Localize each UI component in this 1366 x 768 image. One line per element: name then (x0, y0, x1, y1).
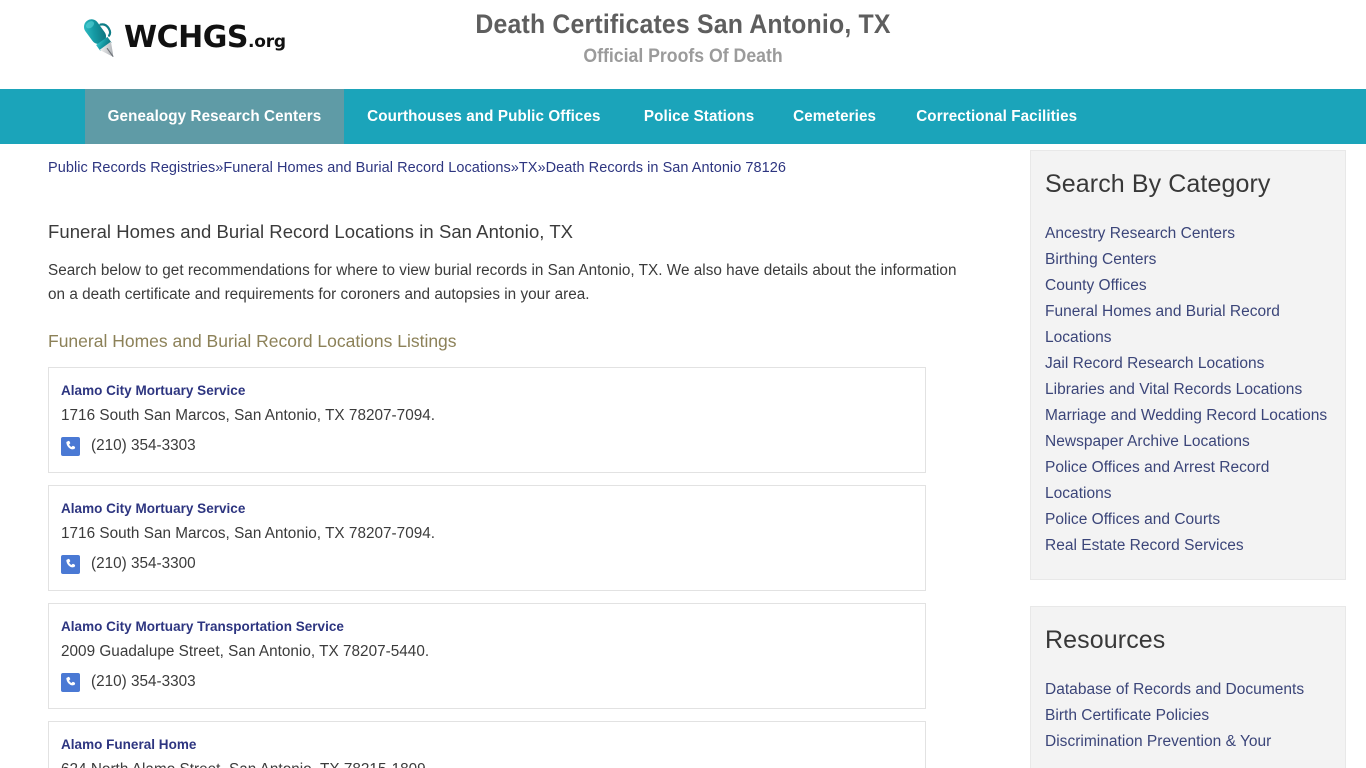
listing-title-link[interactable]: Alamo Funeral Home (61, 736, 913, 754)
nav-item-genealogy-research-centers[interactable]: Genealogy Research Centers (85, 89, 344, 144)
sidebar-item-birthing-centers[interactable]: Birthing Centers (1045, 247, 1331, 273)
nav-item-label: Police Stations (643, 107, 754, 125)
phone-icon (61, 436, 80, 456)
logo-text: WCHGS (124, 20, 248, 55)
listing-address: 2009 Guadalupe Street, San Antonio, TX 7… (61, 643, 430, 660)
listing-phone-number[interactable]: (210) 354-3303 (91, 436, 196, 456)
listing-address: 1716 South San Marcos, San Antonio, TX 7… (61, 407, 436, 424)
nav-item-label: Correctional Facilities (916, 107, 1078, 125)
sidebar-item-county-offices[interactable]: County Offices (1045, 273, 1331, 299)
sidebar-item-database-of-records-and-documents[interactable]: Database of Records and Documents (1045, 677, 1331, 703)
nav-item-courthouses-and-public-offices[interactable]: Courthouses and Public Offices (344, 89, 624, 144)
nav-item-correctional-facilities[interactable]: Correctional Facilities (895, 89, 1098, 144)
nav-item-cemeteries[interactable]: Cemeteries (774, 89, 895, 144)
sidebar: Search By Category Ancestry Research Cen… (1010, 144, 1366, 768)
sidebar-item-discrimination-prevention[interactable]: Discrimination Prevention & Your (1045, 729, 1331, 755)
search-by-category-card: Search By Category Ancestry Research Cen… (1030, 150, 1346, 580)
sidebar-item-birth-certificate-policies[interactable]: Birth Certificate Policies (1045, 703, 1331, 729)
listing-title-link[interactable]: Alamo City Mortuary Service (61, 382, 913, 400)
listing-address: 1716 South San Marcos, San Antonio, TX 7… (61, 525, 436, 542)
nav-item-label: Courthouses and Public Offices (367, 107, 601, 125)
intro-paragraph: Search below to get recommendations for … (48, 262, 957, 303)
phone-icon (61, 554, 80, 574)
listings-section-heading: Funeral Homes and Burial Record Location… (48, 331, 457, 351)
resources-link-list: Database of Records and Documents Birth … (1045, 677, 1331, 755)
content-heading: Funeral Homes and Burial Record Location… (48, 221, 574, 242)
page-body: Public Records Registries»Funeral Homes … (0, 144, 1366, 768)
breadcrumb-separator: » (537, 160, 546, 176)
site-header: WCHGS.org Death Certificates San Antonio… (0, 0, 1366, 89)
logo-suffix: .org (247, 32, 286, 52)
listing-card: Alamo Funeral Home 624 North Alamo Stree… (48, 721, 926, 768)
phone-icon (61, 672, 80, 692)
listing-phone-number[interactable]: (210) 354-3300 (91, 554, 196, 574)
listing-address: 624 North Alamo Street, San Antonio, TX … (61, 759, 913, 768)
listings-container: Alamo City Mortuary Service 1716 South S… (48, 367, 1010, 768)
listing-card: Alamo City Mortuary Transportation Servi… (48, 603, 926, 709)
sidebar-category-title: Search By Category (1045, 170, 1271, 198)
logo-wordmark: WCHGS.org (124, 23, 286, 53)
sidebar-item-ancestry-research-centers[interactable]: Ancestry Research Centers (1045, 221, 1331, 247)
listing-card: Alamo City Mortuary Service 1716 South S… (48, 485, 926, 591)
breadcrumb-item-3[interactable]: Death Records in San Antonio 78126 (546, 160, 786, 176)
listing-title-link[interactable]: Alamo City Mortuary Service (61, 500, 913, 518)
nav-item-label: Genealogy Research Centers (107, 107, 322, 125)
listing-phone-row: (210) 354-3303 (61, 672, 913, 692)
category-link-list: Ancestry Research Centers Birthing Cente… (1045, 221, 1331, 559)
breadcrumb-separator: » (510, 160, 519, 176)
breadcrumb-item-1[interactable]: Funeral Homes and Burial Record Location… (223, 160, 510, 176)
nav-item-police-stations[interactable]: Police Stations (624, 89, 774, 144)
sidebar-item-jail-record-research-locations[interactable]: Jail Record Research Locations (1045, 351, 1331, 377)
main-navigation: Genealogy Research Centers Courthouses a… (0, 89, 1366, 144)
nav-item-label: Cemeteries (793, 107, 876, 125)
breadcrumb-item-0[interactable]: Public Records Registries (48, 160, 215, 176)
breadcrumb: Public Records Registries»Funeral Homes … (48, 144, 1010, 178)
sidebar-item-funeral-homes-and-burial-record-locations[interactable]: Funeral Homes and Burial Record Location… (1045, 299, 1331, 351)
listing-card: Alamo City Mortuary Service 1716 South S… (48, 367, 926, 473)
main-content: Public Records Registries»Funeral Homes … (0, 144, 1010, 768)
breadcrumb-item-2[interactable]: TX (519, 160, 538, 176)
sidebar-item-real-estate-record-services[interactable]: Real Estate Record Services (1045, 533, 1331, 559)
sidebar-item-police-offices-and-arrest-record-locations[interactable]: Police Offices and Arrest Record Locatio… (1045, 455, 1331, 507)
sidebar-item-marriage-and-wedding-record-locations[interactable]: Marriage and Wedding Record Locations (1045, 403, 1331, 429)
listing-phone-row: (210) 354-3303 (61, 436, 913, 456)
sidebar-item-newspaper-archive-locations[interactable]: Newspaper Archive Locations (1045, 429, 1331, 455)
listing-title-link[interactable]: Alamo City Mortuary Transportation Servi… (61, 618, 913, 636)
resources-card: Resources Database of Records and Docume… (1030, 606, 1346, 768)
sidebar-resources-title: Resources (1045, 626, 1166, 654)
fountain-pen-icon (83, 19, 114, 58)
site-logo[interactable]: WCHGS.org (72, 10, 286, 66)
listing-phone-row: (210) 354-3300 (61, 554, 913, 574)
sidebar-item-libraries-and-vital-records-locations[interactable]: Libraries and Vital Records Locations (1045, 377, 1331, 403)
listing-phone-number[interactable]: (210) 354-3303 (91, 672, 196, 692)
sidebar-item-police-offices-and-courts[interactable]: Police Offices and Courts (1045, 507, 1331, 533)
